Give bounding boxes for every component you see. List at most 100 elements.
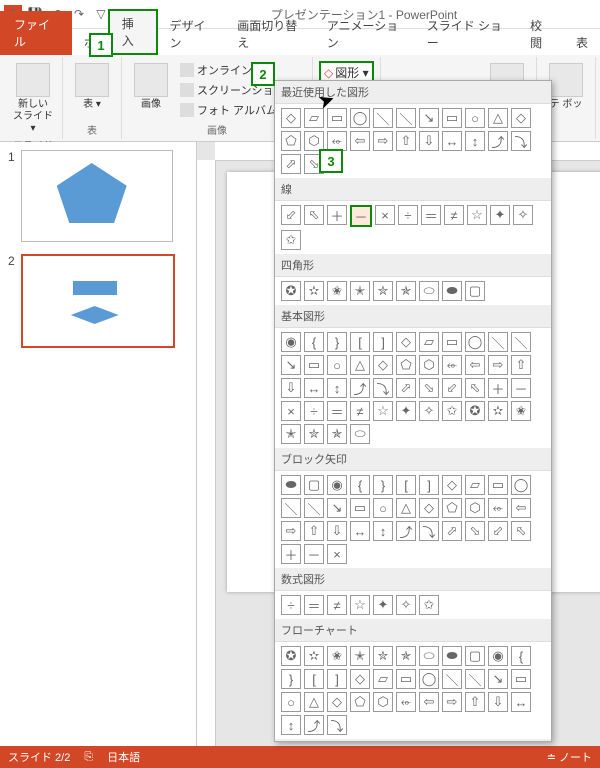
shape-item[interactable]: ⇩ [419, 131, 439, 151]
shape-item[interactable]: ◉ [281, 332, 301, 352]
shape-item[interactable]: ○ [327, 355, 347, 375]
shape-item[interactable]: ⇨ [281, 521, 301, 541]
shape-item[interactable]: ✬ [327, 646, 347, 666]
shape-item[interactable]: ◯ [350, 108, 370, 128]
shape-item[interactable]: ▱ [373, 669, 393, 689]
shape-item[interactable]: ⇨ [442, 692, 462, 712]
thumbnail-1[interactable]: 1 [8, 150, 188, 242]
shape-item[interactable]: ✭ [350, 281, 370, 301]
shape-item[interactable]: ☆ [373, 401, 393, 421]
shape-item[interactable]: ↘ [488, 669, 508, 689]
shape-item[interactable]: ≠ [327, 595, 347, 615]
shape-item[interactable]: ✪ [465, 401, 485, 421]
shape-item[interactable]: ◇ [419, 498, 439, 518]
shape-item[interactable]: ÷ [304, 401, 324, 421]
shape-item[interactable]: ⬀ [281, 154, 301, 174]
shape-item[interactable]: ◇ [396, 332, 416, 352]
new-slide-button[interactable]: 新しい スライド ▾ [10, 61, 56, 137]
shape-item[interactable]: ↔ [350, 521, 370, 541]
shape-item[interactable]: ▭ [350, 498, 370, 518]
shape-item[interactable]: ☆ [350, 595, 370, 615]
shape-item[interactable]: ⤴ [396, 521, 416, 541]
shape-item[interactable]: ⬬ [281, 475, 301, 495]
shape-item[interactable]: ✭ [281, 424, 301, 444]
shape-item[interactable]: ◯ [465, 332, 485, 352]
shape-item[interactable]: ◯ [419, 669, 439, 689]
shape-item[interactable]: ⇦ [350, 131, 370, 151]
shape-item[interactable]: ⇩ [488, 692, 508, 712]
shape-item[interactable]: × [375, 205, 395, 225]
slide-counter[interactable]: スライド 2/2 [8, 749, 70, 765]
spellcheck-icon[interactable]: ⎘ [84, 751, 93, 764]
shape-item[interactable]: ⇩ [281, 378, 301, 398]
shape-item[interactable]: ▭ [488, 475, 508, 495]
shape-item[interactable]: ○ [281, 692, 301, 712]
shape-item[interactable]: [ [350, 332, 370, 352]
tab-design[interactable]: デザイン [158, 13, 226, 55]
shape-item[interactable]: × [327, 544, 347, 564]
shape-item[interactable]: ⬡ [373, 692, 393, 712]
shape-item[interactable]: ▢ [304, 475, 324, 495]
shape-item[interactable]: ⬃ [442, 378, 462, 398]
shape-item[interactable]: － [350, 205, 372, 227]
shape-item[interactable]: ↘ [327, 498, 347, 518]
shape-item[interactable]: ⇨ [373, 131, 393, 151]
shape-item[interactable]: ◉ [488, 646, 508, 666]
shape-item[interactable]: ⬁ [511, 521, 531, 541]
shape-item[interactable]: ⬠ [350, 692, 370, 712]
shape-item[interactable]: ✬ [327, 281, 347, 301]
shape-item[interactable]: ⬭ [419, 281, 439, 301]
shape-item[interactable]: ⬭ [419, 646, 439, 666]
shape-item[interactable]: ↕ [327, 378, 347, 398]
shape-item[interactable]: ＼ [396, 108, 416, 128]
tab-file[interactable]: ファイル [0, 11, 72, 55]
shape-item[interactable]: ✯ [327, 424, 347, 444]
shape-item[interactable]: － [304, 544, 324, 564]
shape-item[interactable]: ⬀ [442, 521, 462, 541]
shape-item[interactable]: ＝ [421, 205, 441, 225]
shape-item[interactable]: ✮ [373, 281, 393, 301]
shape-item[interactable]: ＼ [281, 498, 301, 518]
shape-item[interactable]: ＼ [465, 669, 485, 689]
tab-transition[interactable]: 画面切り替え [225, 13, 315, 55]
shape-item[interactable]: ＋ [488, 378, 508, 398]
shape-item[interactable]: ⇨ [488, 355, 508, 375]
shape-item[interactable]: ⬠ [396, 355, 416, 375]
shape-item[interactable]: ✭ [350, 646, 370, 666]
shape-item[interactable]: ◇ [511, 108, 531, 128]
shape-item[interactable]: △ [396, 498, 416, 518]
shape-item[interactable]: ✬ [511, 401, 531, 421]
shape-item[interactable]: ✯ [396, 281, 416, 301]
shape-item[interactable]: ⬃ [488, 521, 508, 541]
shape-item[interactable]: ↔ [442, 131, 462, 151]
shape-item[interactable]: ⬃ [281, 205, 301, 225]
shape-item[interactable]: ▢ [465, 281, 485, 301]
shape-item[interactable]: ⤵ [511, 131, 531, 151]
shape-item[interactable]: △ [488, 108, 508, 128]
shape-item[interactable]: ⇧ [465, 692, 485, 712]
shape-item[interactable]: ↕ [373, 521, 393, 541]
shape-item[interactable]: ✦ [396, 401, 416, 421]
shape-item[interactable]: ✩ [419, 595, 439, 615]
thumbnail-2[interactable]: 2 [8, 254, 188, 348]
shape-item[interactable]: } [281, 669, 301, 689]
shape-item[interactable]: ⬁ [465, 378, 485, 398]
tab-view[interactable]: 表 [564, 30, 600, 55]
shape-item[interactable]: ÷ [398, 205, 418, 225]
shape-item[interactable]: ↕ [465, 131, 485, 151]
shape-item[interactable]: ⇦ [511, 498, 531, 518]
shape-item[interactable]: ] [373, 332, 393, 352]
shape-item[interactable]: ✩ [442, 401, 462, 421]
shape-item[interactable]: － [511, 378, 531, 398]
shape-item[interactable]: ✦ [373, 595, 393, 615]
shape-item[interactable]: ＼ [304, 498, 324, 518]
shape-item[interactable]: ◇ [373, 355, 393, 375]
table-button[interactable]: 表 ▾ [69, 61, 115, 113]
shape-item[interactable]: ⬰ [442, 355, 462, 375]
shape-item[interactable]: ⬂ [419, 378, 439, 398]
shape-item[interactable]: △ [304, 692, 324, 712]
image-button[interactable]: 画像 [128, 61, 174, 113]
notes-button[interactable]: ≐ ノート [547, 749, 592, 765]
shape-item[interactable]: ▭ [511, 669, 531, 689]
shape-item[interactable]: ▱ [419, 332, 439, 352]
